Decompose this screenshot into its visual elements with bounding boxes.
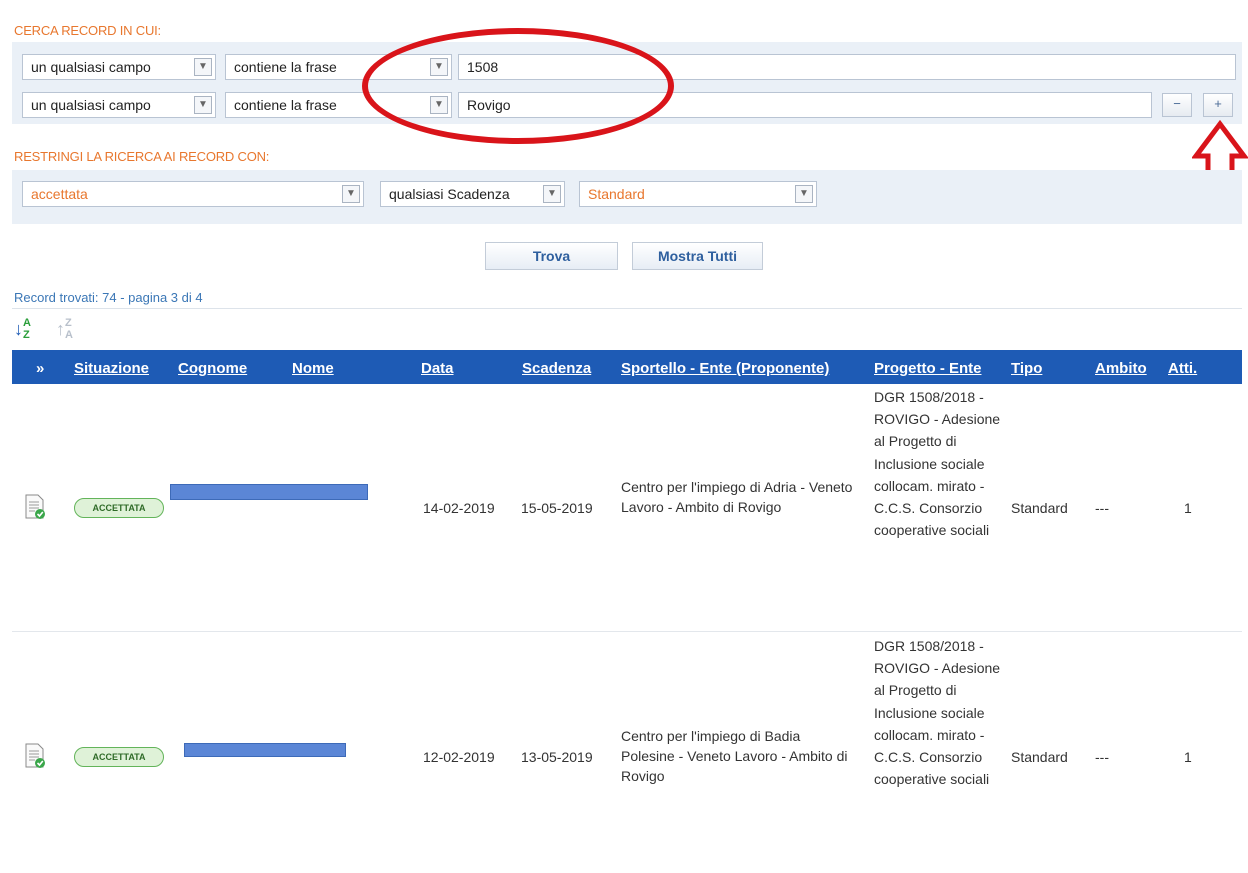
scope-cell: --- [1095, 749, 1109, 765]
table-row[interactable]: ACCETTATA 12-02-2019 13-05-2019 Centro p… [12, 633, 1242, 873]
field-select-1-value: un qualsiasi campo [31, 59, 151, 75]
column-header-ambito[interactable]: Ambito [1095, 360, 1147, 377]
type-cell: Standard [1011, 749, 1068, 765]
redacted-name [170, 484, 368, 500]
expand-all-icon[interactable]: » [36, 360, 44, 377]
column-header-atti[interactable]: Atti. [1168, 360, 1197, 377]
status-badge: ACCETTATA [74, 747, 164, 767]
chevron-down-icon: ▼ [342, 185, 360, 203]
column-header-tipo[interactable]: Tipo [1011, 360, 1042, 377]
column-header-data[interactable]: Data [421, 360, 454, 377]
type-cell: Standard [1011, 500, 1068, 516]
document-check-icon[interactable] [24, 743, 46, 769]
add-criterion-button[interactable]: + [1203, 93, 1233, 117]
operator-select-2-value: contiene la frase [234, 97, 337, 113]
type-filter-select[interactable]: Standard ▼ [579, 181, 817, 207]
date-cell: 12-02-2019 [423, 749, 495, 765]
column-header-nome[interactable]: Nome [292, 360, 334, 377]
field-select-2-value: un qualsiasi campo [31, 97, 151, 113]
operator-select-1-value: contiene la frase [234, 59, 337, 75]
deadline-filter-value: qualsiasi Scadenza [389, 186, 510, 202]
search-section-title: CERCA RECORD IN CUI: [14, 23, 161, 38]
project-cell: DGR 1508/2018 - ROVIGO - Adesione al Pro… [874, 389, 1001, 539]
column-header-scadenza[interactable]: Scadenza [522, 360, 591, 377]
show-all-button[interactable]: Mostra Tutti [632, 242, 763, 270]
redacted-name [184, 743, 346, 757]
results-table-header: » Situazione Cognome Nome Data Scadenza … [12, 350, 1242, 384]
annotation-circle [362, 28, 674, 144]
chevron-down-icon: ▼ [194, 96, 212, 114]
table-row[interactable]: ACCETTATA 14-02-2019 15-05-2019 Centro p… [12, 384, 1242, 632]
office-cell: Centro per l'impiego di Adria - Veneto L… [621, 479, 853, 515]
column-header-progetto[interactable]: Progetto - Ente [874, 360, 982, 377]
status-badge: ACCETTATA [74, 498, 164, 518]
column-header-cognome[interactable]: Cognome [178, 360, 247, 377]
office-cell: Centro per l'impiego di Badia Polesine -… [621, 728, 848, 784]
column-header-sportello[interactable]: Sportello - Ente (Proponente) [621, 360, 829, 377]
date-cell: 14-02-2019 [423, 500, 495, 516]
find-button[interactable]: Trova [485, 242, 618, 270]
remove-criterion-button[interactable]: − [1162, 93, 1192, 117]
sort-descending-icon[interactable]: ↑ ZA [56, 317, 78, 343]
status-filter-value: accettata [31, 186, 88, 202]
sort-bar: ↓ AZ ↑ ZA [12, 308, 1242, 350]
status-filter-select[interactable]: accettata ▼ [22, 181, 364, 207]
deadline-cell: 13-05-2019 [521, 749, 593, 765]
type-filter-value: Standard [588, 186, 645, 202]
chevron-down-icon: ▼ [795, 185, 813, 203]
acts-cell: 1 [1184, 500, 1192, 516]
deadline-filter-select[interactable]: qualsiasi Scadenza ▼ [380, 181, 565, 207]
scope-cell: --- [1095, 500, 1109, 516]
field-select-2[interactable]: un qualsiasi campo ▼ [22, 92, 216, 118]
column-header-situazione[interactable]: Situazione [74, 360, 149, 377]
records-summary: Record trovati: 74 - pagina 3 di 4 [14, 290, 203, 305]
chevron-down-icon: ▼ [543, 185, 561, 203]
restrict-section-title: RESTRINGI LA RICERCA AI RECORD CON: [14, 149, 270, 164]
document-check-icon[interactable] [24, 494, 46, 520]
deadline-cell: 15-05-2019 [521, 500, 593, 516]
field-select-1[interactable]: un qualsiasi campo ▼ [22, 54, 216, 80]
acts-cell: 1 [1184, 749, 1192, 765]
project-cell: DGR 1508/2018 - ROVIGO - Adesione al Pro… [874, 638, 1001, 788]
sort-ascending-icon[interactable]: ↓ AZ [14, 317, 36, 343]
chevron-down-icon: ▼ [194, 58, 212, 76]
